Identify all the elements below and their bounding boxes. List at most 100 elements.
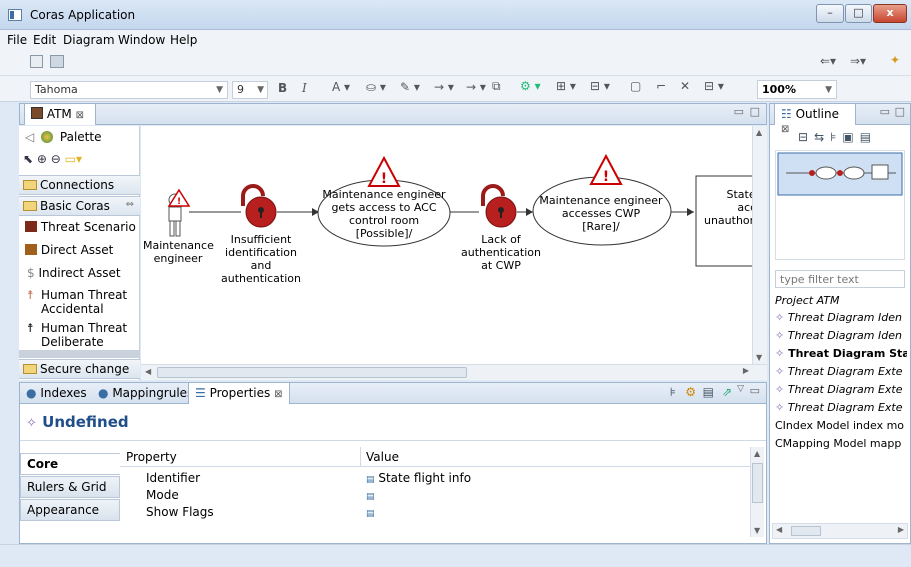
- tab-properties[interactable]: ☰ Properties ⊠: [188, 382, 290, 404]
- palette-item-direct-asset[interactable]: Direct Asset: [19, 243, 140, 257]
- pin-icon[interactable]: ⇗: [722, 385, 732, 399]
- menu-help[interactable]: Help: [170, 33, 197, 47]
- drawer-connections[interactable]: Connections: [19, 175, 140, 195]
- table-row[interactable]: Mode ▤: [120, 487, 750, 505]
- outline-item[interactable]: ✧ Threat Diagram Exte: [775, 365, 907, 378]
- maximize-view-icon[interactable]: □: [750, 105, 760, 118]
- outline-item-selected[interactable]: ✧ Threat Diagram Sta: [775, 347, 907, 360]
- show-outline-icon[interactable]: ▤: [860, 130, 877, 144]
- line-style-icon[interactable]: → ▾: [434, 80, 454, 94]
- outline-project[interactable]: Project ATM: [775, 294, 907, 307]
- close-tab-icon[interactable]: ⊠: [781, 124, 789, 135]
- align-icon[interactable]: ⊞ ▾: [556, 79, 576, 93]
- line-color-icon[interactable]: ✎ ▾: [400, 80, 420, 94]
- table-row[interactable]: Show Flags ▤: [120, 504, 750, 522]
- copy-appearance-icon[interactable]: ⧉: [492, 79, 501, 94]
- view-menu-icon[interactable]: ▽: [737, 384, 744, 394]
- palette-item-threat-scenario[interactable]: Threat Scenario: [19, 220, 140, 234]
- outline-item[interactable]: ✧ Threat Diagram Exte: [775, 401, 907, 414]
- close-tab-icon[interactable]: ⊠: [274, 389, 282, 400]
- outline-horizontal-scrollbar[interactable]: ◀ ▶: [772, 523, 908, 539]
- navigate-back-icon[interactable]: ⇐▾: [820, 54, 836, 68]
- font-size-select[interactable]: 9 ▼: [232, 81, 268, 99]
- properties-vertical-scrollbar[interactable]: ▲ ▼: [750, 447, 764, 537]
- tab-atm[interactable]: ATM ⊠: [24, 103, 96, 125]
- menu-file[interactable]: File: [7, 33, 27, 47]
- arrange-icon[interactable]: ⚙ ▾: [520, 79, 541, 93]
- menu-window[interactable]: Window: [118, 33, 165, 47]
- tab-rulers-grid[interactable]: Rulers & Grid: [20, 476, 120, 498]
- zoom-out-tool-icon[interactable]: ⊖: [51, 152, 61, 166]
- minimize-button[interactable]: –: [816, 4, 844, 23]
- scroll-left-icon[interactable]: ◀: [145, 367, 151, 376]
- font-color-icon[interactable]: A ▾: [332, 80, 350, 94]
- palette-item-human-threat-accidental[interactable]: ☨ Human Threat Accidental: [19, 288, 140, 316]
- palette-item-indirect-asset[interactable]: $ Indirect Asset: [19, 266, 140, 280]
- canvas-vertical-scrollbar[interactable]: ▲ ▼: [752, 126, 767, 364]
- menu-edit[interactable]: Edit: [33, 33, 56, 47]
- bold-icon[interactable]: B: [278, 81, 287, 95]
- note-tool-icon[interactable]: ▭▾: [65, 152, 82, 166]
- diagram-canvas[interactable]: ! ! ! Maintenance engineer Insufficient …: [141, 126, 767, 364]
- tab-indexes[interactable]: ● Indexes: [26, 386, 87, 400]
- filter-icon[interactable]: ⚙: [685, 385, 696, 399]
- outline-item[interactable]: ✧ Threat Diagram Iden: [775, 329, 907, 342]
- maximize-view-icon[interactable]: □: [895, 105, 905, 118]
- column-header-property[interactable]: Property: [126, 450, 177, 464]
- font-name-select[interactable]: Tahoma ▼: [30, 81, 228, 99]
- vulnerability-lock-icon[interactable]: [481, 184, 517, 228]
- canvas-horizontal-scrollbar[interactable]: ◀ ▶: [141, 364, 767, 380]
- pin-icon[interactable]: ⇔: [126, 199, 134, 210]
- collapse-all-icon[interactable]: ⊟: [798, 130, 814, 144]
- tree-view-icon[interactable]: ⊧: [670, 385, 676, 399]
- drawer-basic-coras[interactable]: Basic Coras ⇔: [19, 196, 140, 216]
- outline-item[interactable]: CIndex Model index mo: [775, 419, 907, 432]
- minimize-view-icon[interactable]: ▭: [880, 105, 890, 118]
- router-icon[interactable]: ⌐: [656, 79, 666, 93]
- table-row[interactable]: Identifier ▤ State flight info: [120, 470, 750, 488]
- print-icon[interactable]: [50, 55, 64, 68]
- palette-header[interactable]: ◁ Palette: [19, 130, 140, 144]
- tab-outline[interactable]: ☷ Outline ⊠: [774, 103, 856, 135]
- outline-thumbnail[interactable]: [775, 150, 905, 260]
- close-button[interactable]: x: [873, 4, 907, 23]
- outline-item[interactable]: CMapping Model mapp: [775, 437, 907, 450]
- tree-icon[interactable]: ⊧: [830, 130, 842, 144]
- advanced-icon[interactable]: ▤: [703, 385, 714, 399]
- scroll-down-icon[interactable]: ▼: [754, 526, 760, 535]
- italic-icon[interactable]: I: [302, 81, 307, 95]
- scroll-up-icon[interactable]: ▲: [754, 449, 760, 458]
- menu-diagram[interactable]: Diagram: [63, 33, 115, 47]
- drawer-secure-change[interactable]: Secure change: [19, 359, 140, 379]
- select-tool-icon[interactable]: ⬉: [23, 152, 33, 166]
- zoom-in-tool-icon[interactable]: ⊕: [37, 152, 47, 166]
- show-thumbnail-icon[interactable]: ▣: [842, 130, 859, 144]
- scroll-thumb[interactable]: [157, 367, 467, 378]
- select-all-icon[interactable]: ▢: [630, 79, 641, 93]
- vulnerability-lock-icon[interactable]: [241, 184, 277, 228]
- arrow-style-icon[interactable]: → ▾: [466, 80, 486, 94]
- palette-item-human-threat-deliberate[interactable]: ☨ Human Threat Deliberate: [19, 321, 140, 349]
- scroll-right-icon[interactable]: ▶: [898, 525, 904, 534]
- tab-appearance[interactable]: Appearance: [20, 499, 120, 521]
- zoom-select[interactable]: 100% ▼: [757, 80, 837, 99]
- maximize-button[interactable]: □: [845, 4, 872, 23]
- outline-item[interactable]: ✧ Threat Diagram Exte: [775, 383, 907, 396]
- tab-core[interactable]: Core: [20, 453, 120, 475]
- human-threat-figure[interactable]: !: [167, 188, 191, 237]
- perspective-icon[interactable]: ✦: [890, 53, 900, 67]
- tab-mappingrules[interactable]: ● Mappingrules: [98, 386, 193, 400]
- scroll-thumb[interactable]: [791, 526, 821, 536]
- filter-input[interactable]: type filter text: [775, 270, 905, 288]
- link-icon[interactable]: ⇆: [814, 130, 830, 144]
- scroll-up-icon[interactable]: ▲: [756, 128, 762, 137]
- zoom-fit-icon[interactable]: ✕: [680, 79, 690, 93]
- scroll-right-icon[interactable]: ▶: [743, 366, 749, 375]
- scroll-left-icon[interactable]: ◀: [776, 525, 782, 534]
- minimize-view-icon[interactable]: ▭: [750, 384, 760, 397]
- grid-icon[interactable]: ⊟ ▾: [704, 79, 724, 93]
- minimize-view-icon[interactable]: ▭: [734, 105, 744, 118]
- scroll-down-icon[interactable]: ▼: [756, 353, 762, 362]
- scroll-thumb[interactable]: [752, 463, 763, 503]
- collapse-palette-icon[interactable]: ◁: [25, 130, 34, 144]
